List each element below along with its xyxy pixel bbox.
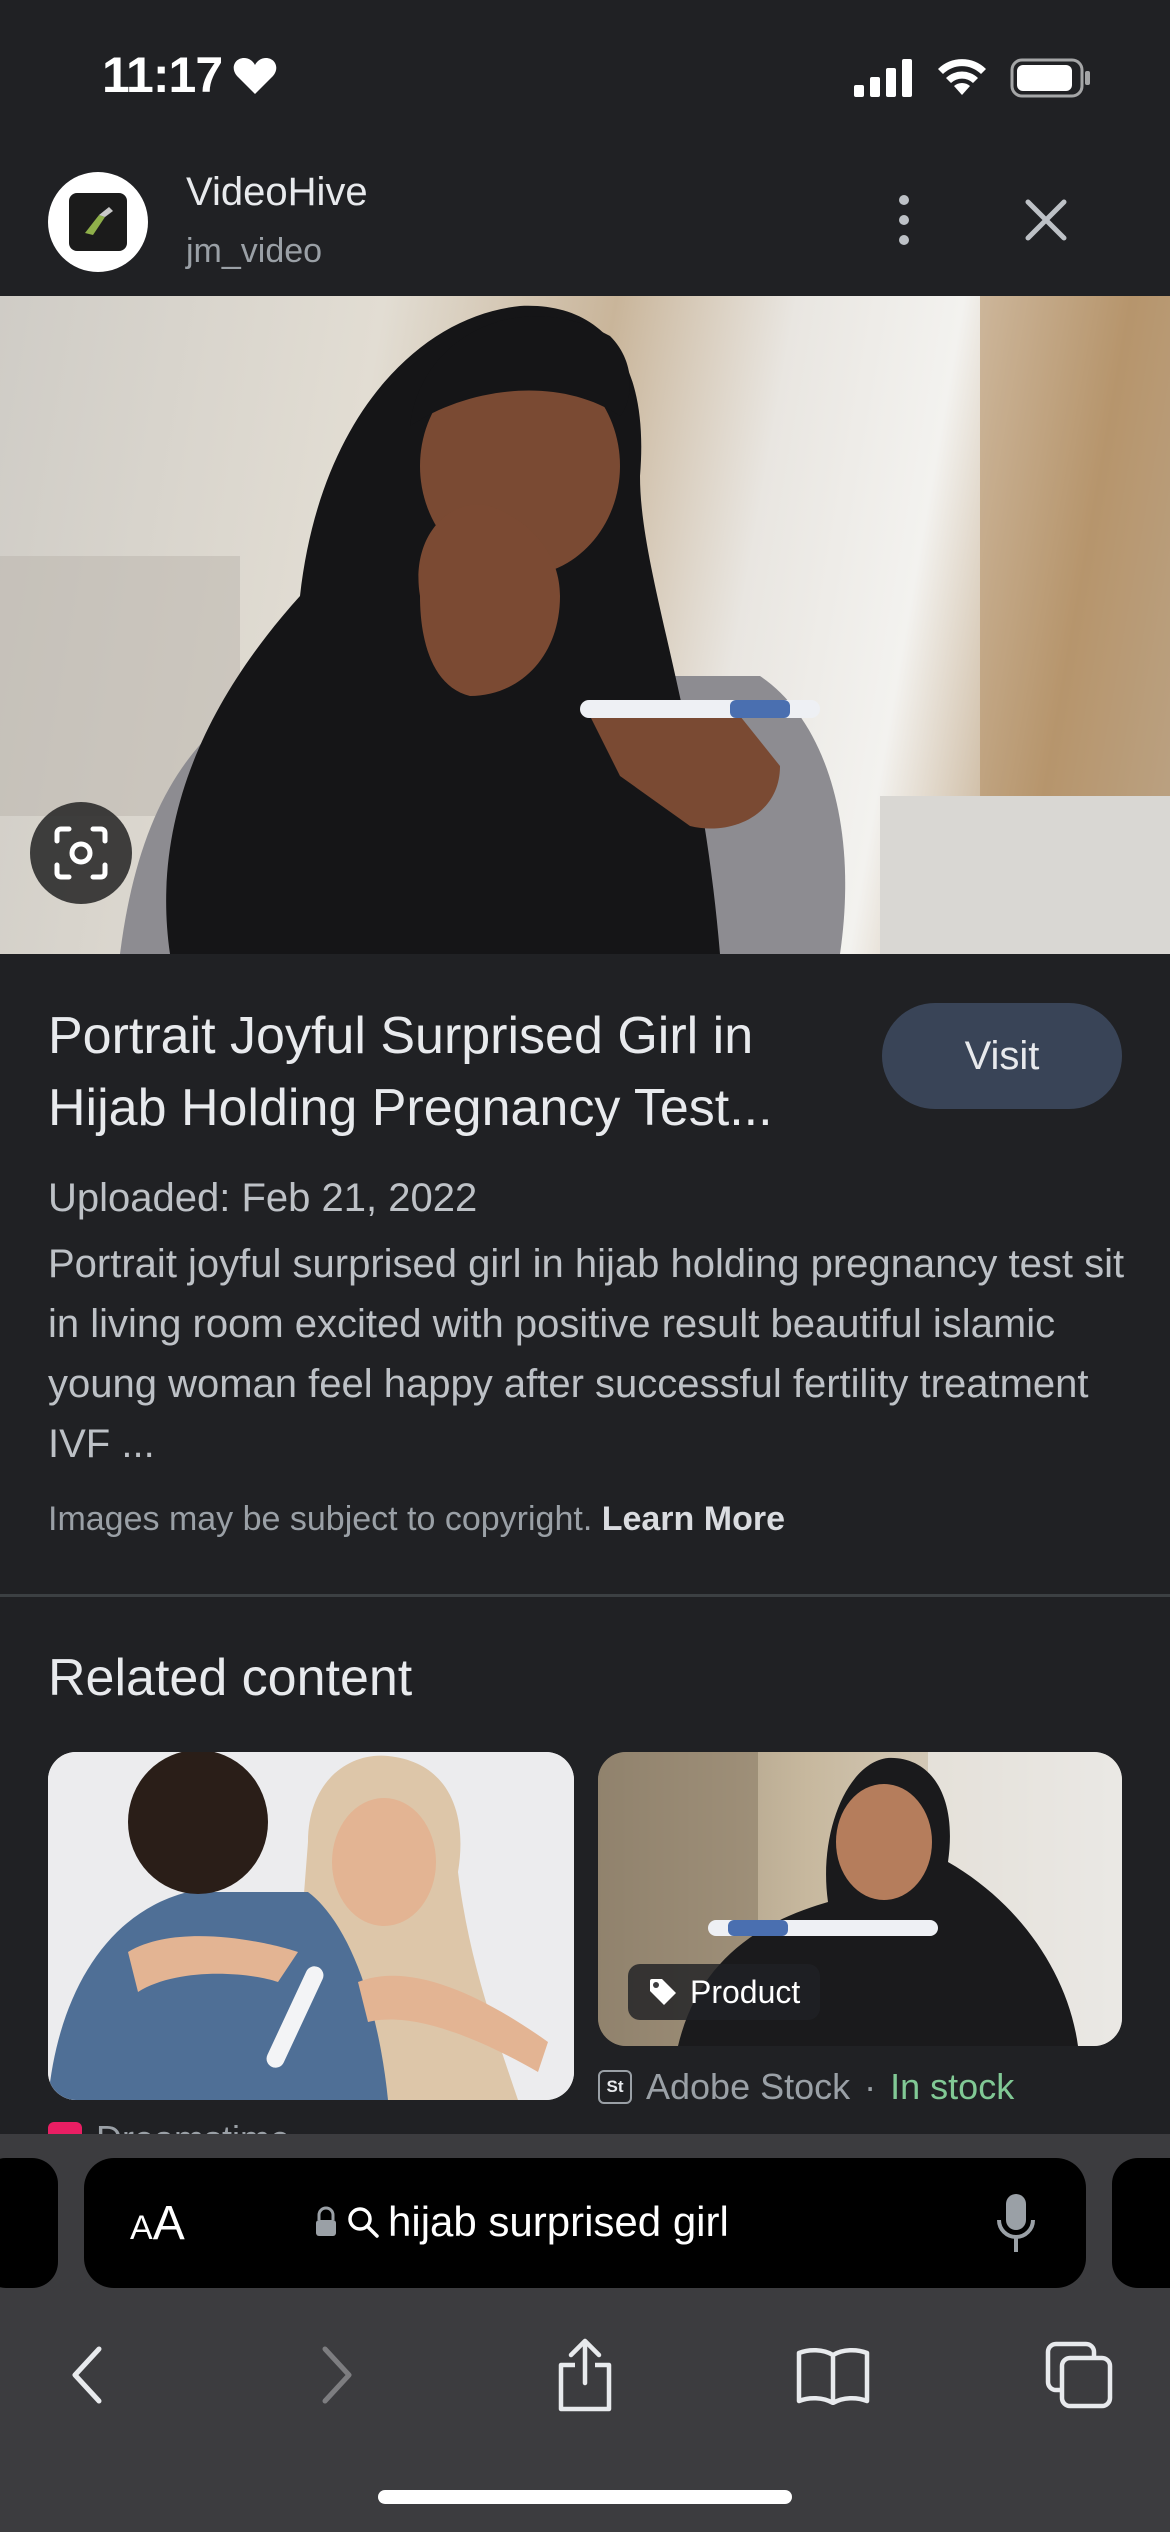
related-card-2-source-name: Adobe Stock (646, 2066, 851, 2107)
chevron-left-icon (72, 2346, 102, 2404)
share-button[interactable] (540, 2330, 630, 2420)
tabs-button[interactable] (1034, 2330, 1124, 2420)
status-bar: 11:17 (0, 0, 1170, 150)
home-indicator[interactable] (378, 2490, 792, 2504)
result-title[interactable]: Portrait Joyful Surprised Girl in Hijab … (48, 1000, 848, 1144)
source-header: VideoHive jm_video (0, 150, 1170, 296)
search-icon (348, 2207, 379, 2238)
tabs-icon (1045, 2341, 1113, 2409)
separator: · (864, 2066, 877, 2107)
book-icon (796, 2348, 870, 2405)
related-card-1-source: Dreamstime (48, 2118, 448, 2134)
related-card-2-source: St Adobe Stock · In stock (598, 2066, 1014, 2108)
back-button[interactable] (42, 2330, 132, 2420)
battery-icon (1010, 58, 1090, 98)
next-tab-peek[interactable] (1112, 2158, 1170, 2288)
copyright-notice: Images may be subject to copyright. Lear… (48, 1500, 785, 1539)
woman-with-pregnancy-test-image (0, 296, 1170, 954)
browser-toolbar (0, 2318, 1170, 2428)
address-bar[interactable]: AA hijab surprised girl (84, 2158, 1086, 2288)
adobe-stock-icon: St (598, 2070, 632, 2104)
address-field[interactable]: hijab surprised girl (314, 2198, 729, 2246)
divider (0, 1594, 1170, 1597)
text-size-button[interactable]: AA (130, 2196, 185, 2251)
text-size-large-a: A (152, 2197, 185, 2250)
learn-more-link[interactable]: Learn More (602, 1500, 785, 1538)
chevron-right-icon (322, 2346, 352, 2404)
bookmarks-button[interactable] (788, 2330, 878, 2420)
source-logo[interactable] (48, 172, 148, 272)
tag-icon (650, 1979, 676, 2005)
wifi-icon (938, 59, 986, 95)
text-size-small-a: A (130, 2209, 153, 2247)
videohive-logo-icon (69, 193, 127, 251)
product-badge: Product (628, 1964, 821, 2020)
related-card-1[interactable] (48, 1752, 574, 2100)
copyright-text: Images may be subject to copyright. (48, 1500, 593, 1538)
microphone-icon[interactable] (996, 2192, 1036, 2256)
source-handle: jm_video (186, 232, 323, 270)
result-description: Portrait joyful surprised girl in hijab … (48, 1242, 1125, 1466)
product-badge-label: Product (690, 1973, 801, 2010)
source-name[interactable]: VideoHive (186, 170, 368, 215)
signal-icon (854, 59, 912, 97)
heart-icon (233, 58, 277, 94)
visit-button[interactable]: Visit (882, 1003, 1122, 1109)
search-query: hijab surprised girl (388, 2198, 729, 2245)
related-card-1-source-name: Dreamstime (96, 2118, 290, 2134)
status-indicators (854, 58, 1092, 98)
result-image[interactable] (0, 296, 1170, 954)
previous-tab-peek[interactable] (0, 2158, 58, 2288)
lens-icon[interactable] (30, 802, 132, 904)
availability-status: In stock (890, 2066, 1015, 2107)
forward-button[interactable] (292, 2330, 382, 2420)
more-options-icon[interactable] (880, 190, 928, 250)
close-icon[interactable] (1018, 192, 1074, 248)
lock-icon (316, 2206, 336, 2236)
related-card-2[interactable]: Product (598, 1752, 1122, 2046)
upload-date: Uploaded: Feb 21, 2022 (48, 1176, 478, 1220)
status-time: 11:17 (102, 47, 223, 103)
share-icon (558, 2338, 612, 2412)
dreamstime-icon (48, 2122, 82, 2134)
couple-hugging-image (48, 1752, 574, 2100)
related-content-heading: Related content (48, 1649, 413, 1707)
